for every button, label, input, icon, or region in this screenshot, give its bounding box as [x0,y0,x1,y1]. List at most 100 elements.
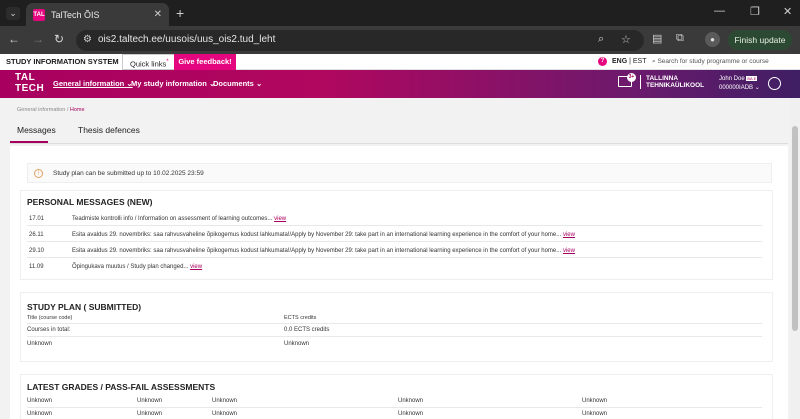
menu-label: General information [53,79,125,88]
tallinna-tehnikaulikool-logo: TALLINNA TEHNIKAÜLIKOOL [640,75,704,89]
search-field[interactable]: ⌕ Search for study programme or course [652,54,769,70]
tab-close-icon[interactable]: ✕ [154,9,162,20]
menu-label: Documents [213,79,254,88]
col-ects-header: ECTS credits [284,315,317,321]
message-date: 11.09 [29,264,44,270]
help-icon[interactable]: ? [598,57,607,66]
view-link[interactable]: view [563,248,575,254]
main-header: TAL TECH General information ⌄ My study i… [0,70,800,98]
breadcrumb: General information / Home [17,107,85,113]
course-title-cell: Unknown [27,341,53,347]
list-item: 17.01 Teadmiste kontrolli info / Informat… [27,212,762,226]
list-item: 29.10 Esita avaldus 29. novembriks: saa r… [27,244,762,258]
study-plan-notice: ! Study plan can be submitted up to 10.02… [27,163,772,183]
forward-icon[interactable]: → [32,32,44,46]
extensions-puzzle-icon[interactable]: ⧉ [676,32,684,45]
minimize-icon[interactable]: — [714,5,725,17]
grade-cell: Unknown [212,398,238,404]
grade-cell: Unknown [27,398,53,404]
restore-icon[interactable]: ❐ [750,5,760,18]
zoom-search-icon[interactable]: ⌕ [598,33,604,46]
grade-cell: Unknown [137,411,163,417]
new-tab-icon[interactable]: + [176,5,184,21]
tab-title: TalTech ÕIS [51,9,100,20]
chevron-down-icon: ⌄ [255,79,263,88]
extension-icon[interactable]: ▤ [652,32,662,45]
language-switch: ENG | EST [612,54,647,70]
grade-cell: Unknown [398,411,424,417]
grades-card [20,374,773,419]
browser-tab[interactable]: TAL TalTech ÕIS ✕ [26,3,169,26]
close-window-icon[interactable]: ✕ [783,5,792,18]
site-topbar: STUDY INFORMATION SYSTEM Quick links* Gi… [0,54,800,70]
tab-thesis-defences[interactable]: Thesis defences [78,125,140,135]
info-icon: ! [34,169,43,178]
message-date: 17.01 [29,216,45,222]
divider [27,336,762,337]
message-text: Õpingukava muutus / Study plan changed..… [72,264,189,270]
taltech-logo[interactable]: TAL TECH [15,72,44,94]
grade-cell: Unknown [212,411,238,417]
browser-tabstrip: ⌄ TAL TalTech ÕIS ✕ + — ❐ ✕ [0,0,800,26]
course-ects-cell: Unknown [284,341,310,347]
reload-icon[interactable]: ↻ [54,32,64,46]
list-item: 11.09 Õpingukava muutus / Study plan chan… [27,260,762,274]
ttu-line1: TALLINNA [646,75,679,82]
message-text: Teadmiste kontrolli info / Information o… [72,216,273,222]
grade-cell: Unknown [137,398,163,404]
user-menu[interactable]: John Doe BA E 000000IADB ⌄ [719,74,760,93]
study-plan-title: STUDY PLAN ( SUBMITTED) [27,302,142,312]
mail-count-badge: 3+ [627,73,636,82]
view-link[interactable]: view [563,232,575,238]
grade-cell: Unknown [398,398,424,404]
quick-links-label: Quick links [130,59,167,69]
url-field[interactable]: ⚙ ois2.taltech.ee/uusois/uus_ois2.tud_le… [76,30,644,51]
divider [27,323,762,324]
courses-total-value: 0.0 ECTS credits [284,327,330,333]
logo-line1: TAL [15,72,36,83]
address-bar: ← → ↻ ⚙ ois2.taltech.ee/uusois/uus_ois2.… [0,26,800,54]
notice-text: Study plan can be submitted up to 10.02.… [53,170,204,177]
bookmark-star-icon[interactable]: ☆ [621,33,631,46]
site-info-icon[interactable]: ⚙ [83,34,92,45]
user-name: John Doe [719,76,745,82]
quick-links-mark: * [166,58,169,65]
profile-icon[interactable]: ● [705,32,720,47]
courses-total-label: Courses in total: [27,327,71,333]
lang-eng[interactable]: ENG [612,58,627,65]
taltech-favicon-icon: TAL [33,8,45,21]
url-text: ois2.taltech.ee/uusois/uus_ois2.tud_leht [98,34,276,45]
system-title: STUDY INFORMATION SYSTEM [0,54,125,70]
ttu-line2: TEHNIKAÜLIKOOL [646,82,705,89]
finish-update-button[interactable]: Finish update [728,30,792,50]
message-text: Esita avaldus 29. novembriks: saa rahvus… [72,248,562,254]
menu-my-study-information[interactable]: My study information ⌄ [131,79,215,88]
list-item: 26.11 Esita avaldus 29. novembriks: saa r… [27,228,762,242]
col-title-header: Title (course code) [27,315,73,321]
menu-general-information[interactable]: General information ⌄ [53,79,133,88]
breadcrumb-general[interactable]: General information [17,107,65,113]
user-code: 000000IADB [719,85,754,91]
breadcrumb-home[interactable]: Home [70,107,85,113]
menu-documents[interactable]: Documents ⌄ [213,79,262,88]
logo-line2: TECH [15,83,45,94]
grade-cell: Unknown [582,398,608,404]
scrollbar-thumb[interactable] [792,126,798,331]
user-role-badge: BA E [746,76,758,81]
chevron-down-icon: ⌄ [754,85,760,91]
grades-title: LATEST GRADES / PASS-FAIL ASSESSMENTS [27,382,216,392]
personal-messages-title: PERSONAL MESSAGES (NEW) [27,197,153,207]
user-avatar-icon[interactable] [768,77,781,90]
quick-links-button[interactable]: Quick links* [122,54,177,70]
message-date: 29.10 [29,248,45,254]
back-icon[interactable]: ← [8,32,20,46]
view-link[interactable]: view [274,216,286,222]
grade-cell: Unknown [27,411,53,417]
grade-cell: Unknown [582,411,608,417]
lang-est[interactable]: EST [633,58,647,65]
tab-messages[interactable]: Messages [17,125,56,135]
tab-search-chevron-icon[interactable]: ⌄ [6,7,20,20]
give-feedback-button[interactable]: Give feedback! [174,54,236,70]
menu-label: My study information [131,79,207,88]
view-link[interactable]: view [190,264,202,270]
